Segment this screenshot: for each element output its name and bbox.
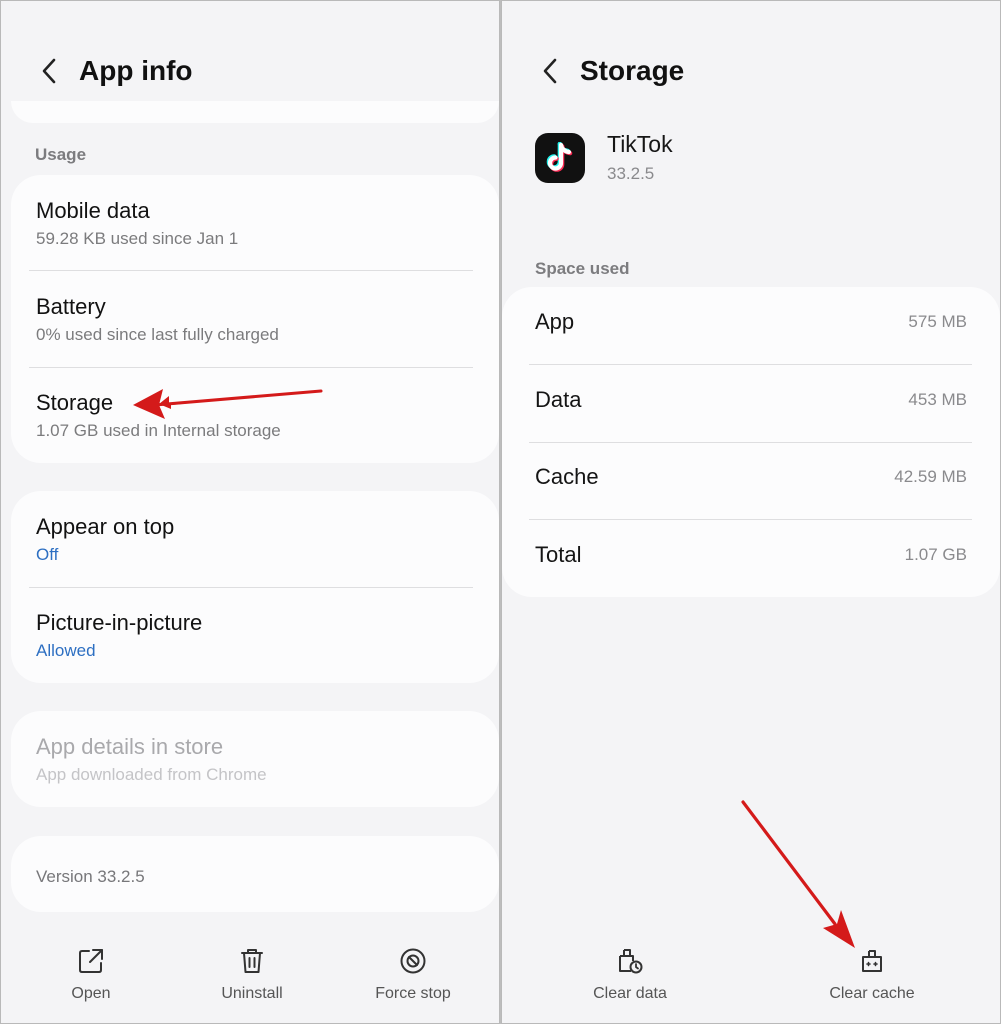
page-title: App info	[79, 55, 193, 86]
space-used-card: App 575 MB Data 453 MB Cache 42.59 MB To…	[502, 287, 1000, 597]
storage-item[interactable]: Storage 1.07 GB used in Internal storage	[36, 389, 474, 442]
app-details-in-store-item: App details in store App downloaded from…	[36, 733, 474, 786]
tiktok-app-icon	[535, 132, 585, 183]
divider	[529, 519, 972, 520]
total-size-row: Total 1.07 GB	[535, 542, 967, 568]
version-card: Version 33.2.5	[11, 836, 499, 912]
app-info-screen: App info Usage Mobile data 59.28 KB used…	[0, 0, 500, 1024]
appear-on-top-item[interactable]: Appear on top Off	[36, 513, 474, 566]
divider	[29, 587, 473, 588]
clear-cache-label: Clear cache	[829, 985, 915, 1002]
app-size-label: App	[535, 309, 575, 334]
open-external-icon	[79, 949, 103, 973]
usage-card: Mobile data 59.28 KB used since Jan 1 Ba…	[11, 175, 499, 463]
version-text: Version 33.2.5	[36, 867, 145, 886]
data-size-row: Data 453 MB	[535, 387, 967, 413]
battery-subtitle: 0% used since last fully charged	[36, 325, 279, 344]
stop-icon	[400, 948, 426, 974]
battery-item[interactable]: Battery 0% used since last fully charged	[36, 293, 474, 346]
chevron-left-icon	[543, 58, 557, 84]
previous-card-edge	[11, 101, 499, 123]
trash-icon	[241, 949, 263, 973]
app-info-header: App info	[1, 43, 193, 99]
version-item: Version 33.2.5	[36, 863, 474, 888]
cache-size-value: 42.59 MB	[894, 467, 967, 486]
divider	[529, 364, 972, 365]
uninstall-label: Uninstall	[221, 985, 283, 1002]
battery-title: Battery	[36, 294, 106, 319]
open-label: Open	[71, 985, 111, 1002]
open-button[interactable]: Open	[31, 947, 151, 1003]
cache-size-row: Cache 42.59 MB	[535, 464, 967, 490]
force-stop-button[interactable]: Force stop	[353, 947, 473, 1003]
clear-data-button[interactable]: Clear data	[570, 947, 690, 1003]
divider	[29, 367, 473, 368]
storage-title: Storage	[36, 390, 114, 415]
back-button[interactable]	[29, 51, 69, 91]
chevron-left-icon	[42, 58, 56, 84]
data-size-label: Data	[535, 387, 582, 412]
total-size-label: Total	[535, 542, 582, 567]
permissions-card: Appear on top Off Picture-in-picture All…	[11, 491, 499, 683]
back-button[interactable]	[530, 51, 570, 91]
cache-size-label: Cache	[535, 464, 599, 489]
annotation-arrow	[741, 800, 855, 948]
clear-cache-button[interactable]: Clear cache	[812, 947, 932, 1003]
page-title: Storage	[580, 55, 685, 86]
divider	[29, 270, 473, 271]
mobile-data-title: Mobile data	[36, 198, 150, 223]
storage-header: Storage	[502, 43, 684, 99]
data-size-value: 453 MB	[908, 390, 967, 409]
force-stop-label: Force stop	[375, 985, 451, 1002]
uninstall-button[interactable]: Uninstall	[192, 947, 312, 1003]
storage-subtitle: 1.07 GB used in Internal storage	[36, 421, 281, 440]
app-name: TikTok	[607, 131, 673, 157]
app-size-value: 575 MB	[908, 312, 967, 331]
app-details-subtitle: App downloaded from Chrome	[36, 765, 267, 784]
picture-in-picture-item[interactable]: Picture-in-picture Allowed	[36, 609, 474, 662]
storage-screen: Storage TikTok 33.2.5 Space used App 575…	[501, 0, 1001, 1024]
app-size-row: App 575 MB	[535, 309, 967, 335]
mobile-data-item[interactable]: Mobile data 59.28 KB used since Jan 1	[36, 197, 474, 250]
clear-data-label: Clear data	[593, 985, 667, 1002]
store-card: App details in store App downloaded from…	[11, 711, 499, 807]
clear-data-icon	[619, 949, 643, 974]
appear-on-top-status: Off	[36, 545, 59, 564]
picture-in-picture-status: Allowed	[36, 641, 96, 660]
usage-section-label: Usage	[35, 145, 87, 164]
divider	[529, 442, 972, 443]
picture-in-picture-title: Picture-in-picture	[36, 610, 203, 635]
total-size-value: 1.07 GB	[904, 545, 967, 564]
space-used-label: Space used	[535, 259, 630, 278]
tiktok-note-icon	[546, 141, 573, 172]
app-details-title: App details in store	[36, 734, 224, 759]
app-header: TikTok 33.2.5	[535, 131, 673, 184]
mobile-data-subtitle: 59.28 KB used since Jan 1	[36, 229, 239, 248]
clear-cache-icon	[862, 950, 882, 972]
appear-on-top-title: Appear on top	[36, 514, 175, 539]
app-version: 33.2.5	[607, 164, 655, 183]
